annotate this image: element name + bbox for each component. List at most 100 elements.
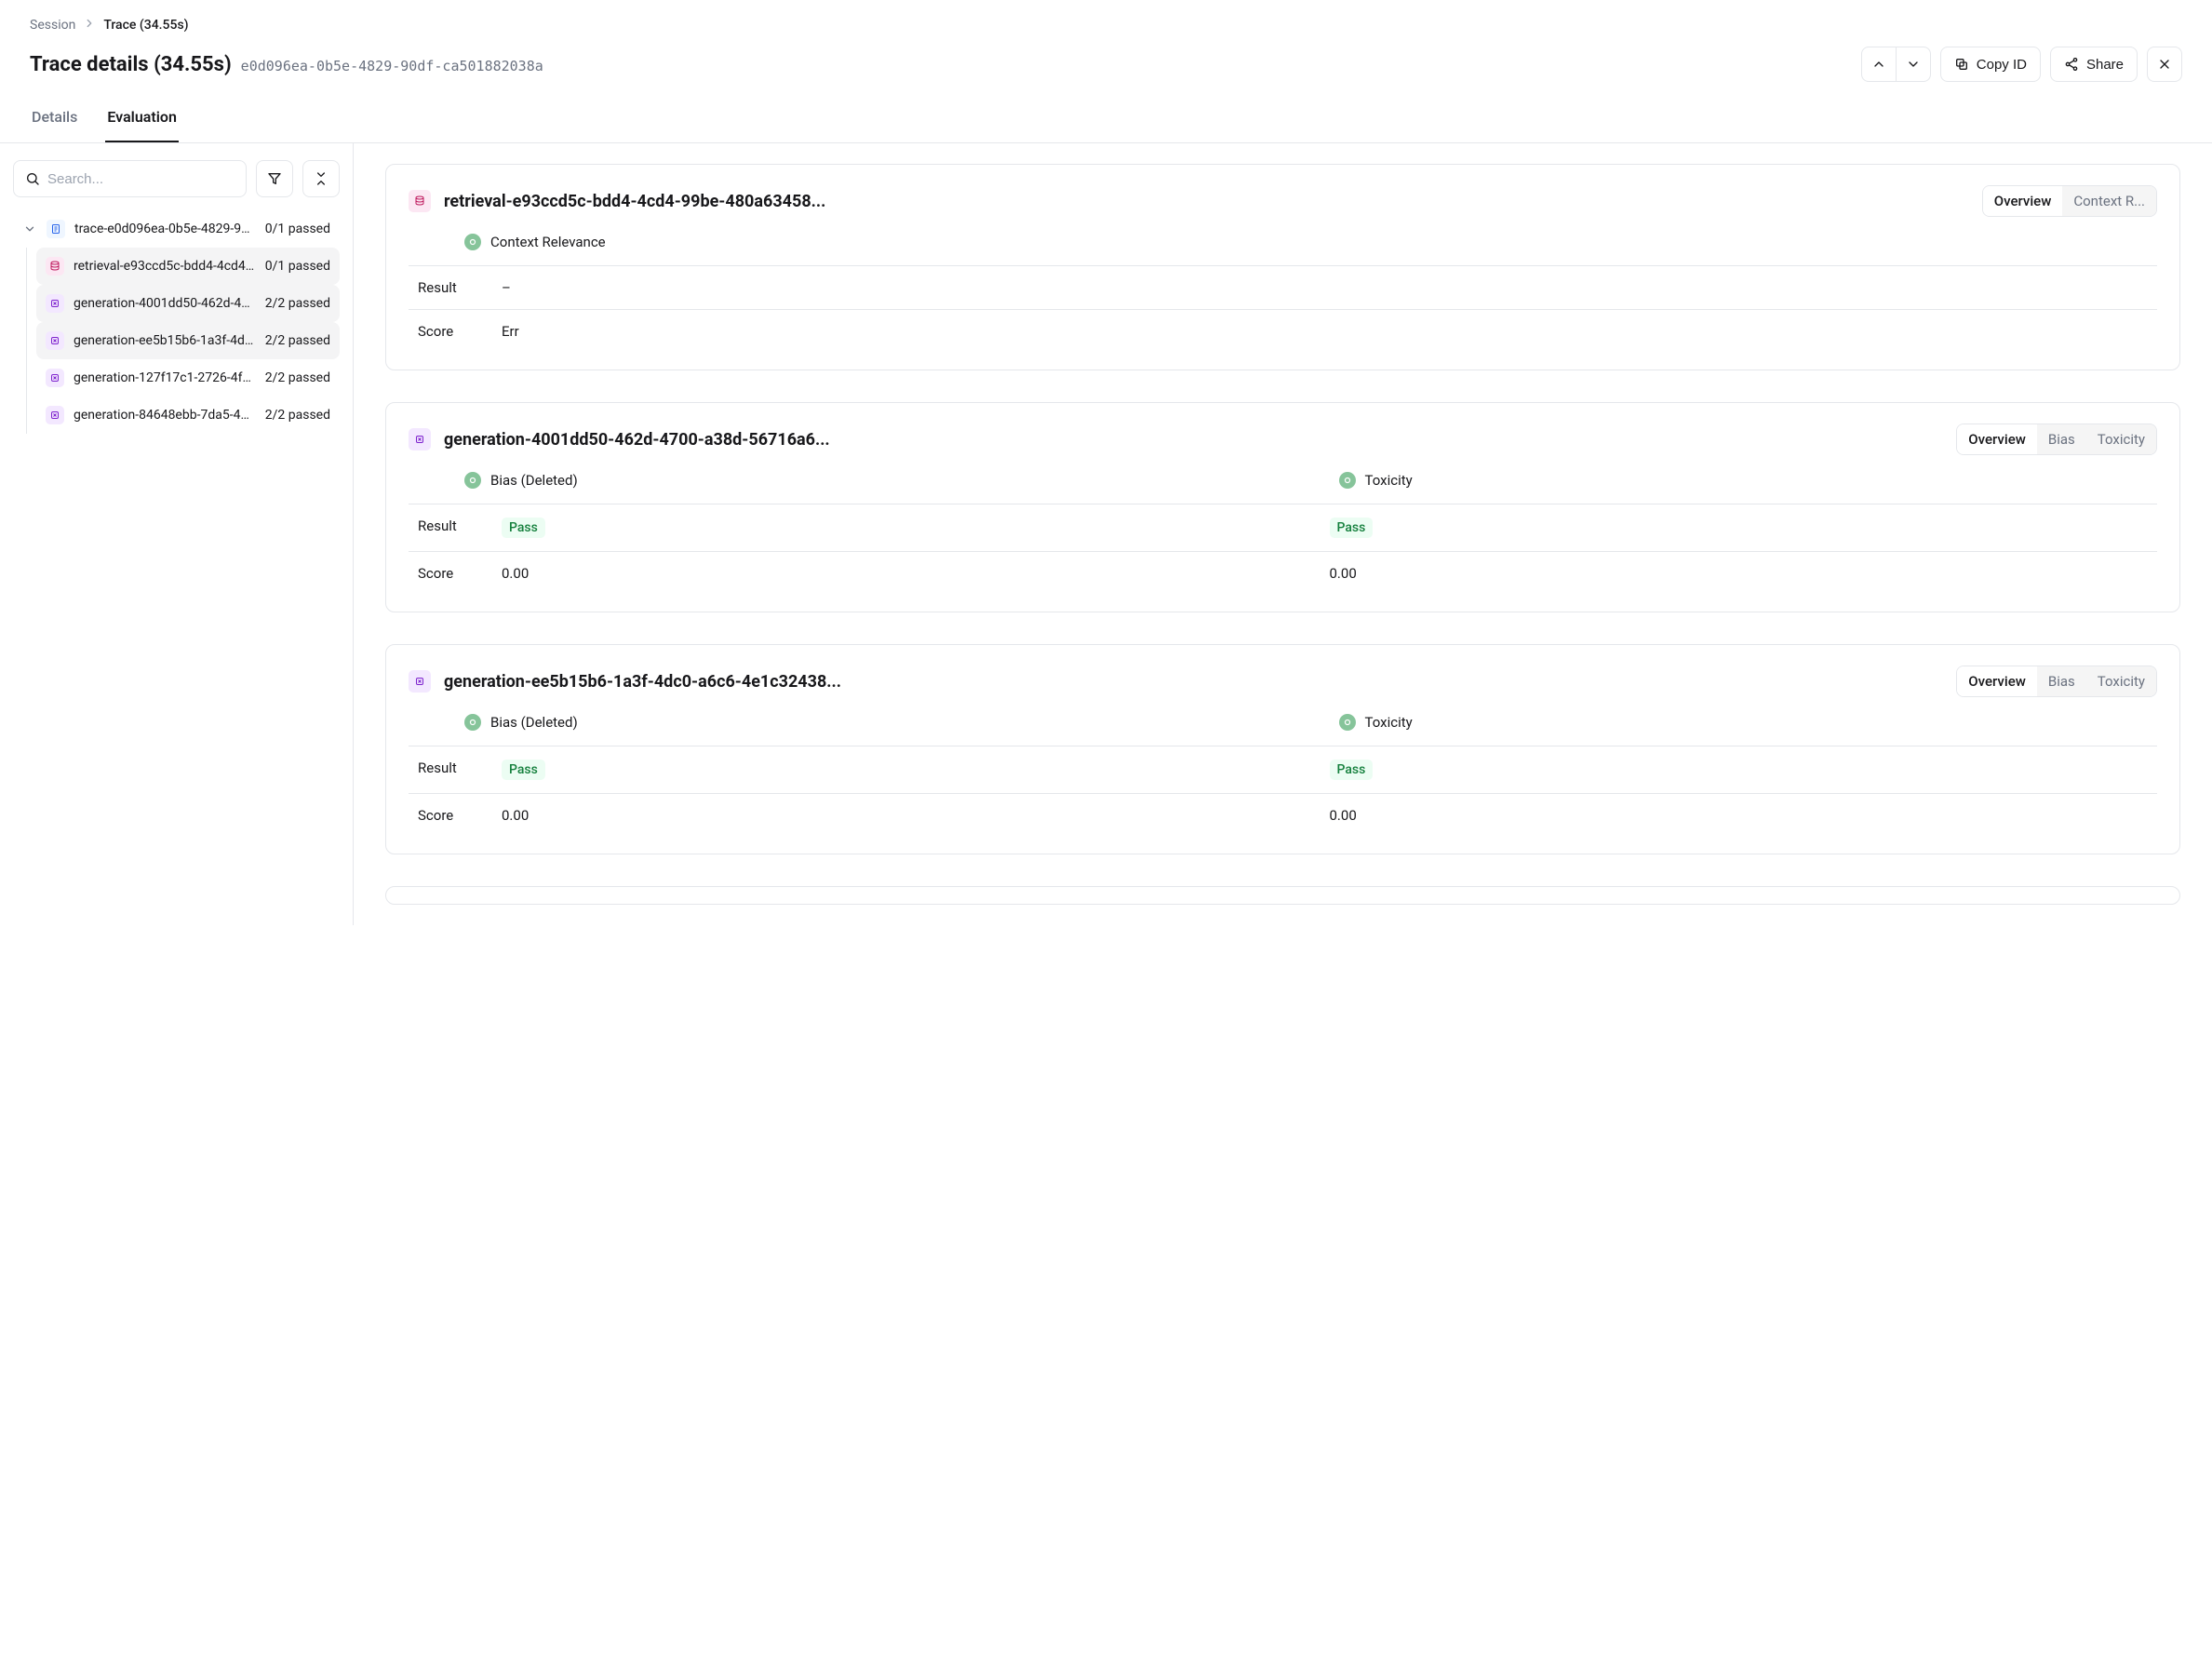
share-button[interactable]: Share [2050, 47, 2138, 82]
score-value: 0.00 [1330, 552, 2158, 595]
breadcrumb-current: Trace (34.55s) [103, 18, 188, 33]
metric-name: Bias (Deleted) [490, 714, 578, 731]
card-tab[interactable]: Overview [1957, 666, 2037, 696]
evaluation-card: generation-ee5b15b6-1a3f-4dc0-a6c6-4e1c3… [385, 644, 2180, 854]
next-trace-button[interactable] [1896, 47, 1931, 82]
chevron-down-icon [1906, 57, 1921, 72]
search-icon [25, 171, 40, 186]
metric-name: Toxicity [1365, 472, 1413, 489]
tree-item-root[interactable]: trace-e0d096ea-0b5e-4829-90df... 0/1 pas… [13, 210, 340, 248]
generation-icon [46, 406, 64, 424]
title-row: Trace details (34.55s) e0d096ea-0b5e-482… [0, 34, 2212, 95]
metric-status-icon [464, 234, 481, 250]
card-tab[interactable]: Bias [2037, 666, 2086, 696]
tabs: Details Evaluation [0, 95, 2212, 143]
card-title: generation-4001dd50-462d-4700-a38d-56716… [444, 430, 830, 450]
tree-item[interactable]: generation-127f17c1-2726-4f0d-b... 2/2 pa… [36, 359, 340, 397]
chevron-up-icon [1871, 57, 1886, 72]
retrieval-icon [409, 190, 431, 212]
retrieval-icon [46, 257, 64, 276]
score-label: Score [409, 794, 502, 837]
metric-status-icon [464, 472, 481, 489]
card-tabs: OverviewBiasToxicity [1956, 424, 2157, 455]
sidebar: trace-e0d096ea-0b5e-4829-90df... 0/1 pas… [0, 143, 354, 925]
card-tab[interactable]: Overview [1957, 424, 2037, 454]
card-title: retrieval-e93ccd5c-bdd4-4cd4-99be-480a63… [444, 192, 825, 211]
generation-icon [409, 428, 431, 450]
tab-details[interactable]: Details [30, 95, 79, 142]
tree-item-label: retrieval-e93ccd5c-bdd4-4cd4-9... [74, 259, 256, 274]
card-title: generation-ee5b15b6-1a3f-4dc0-a6c6-4e1c3… [444, 672, 841, 692]
pass-chip: Pass [502, 518, 545, 538]
collapse-icon [314, 171, 328, 186]
filter-button[interactable] [256, 160, 293, 197]
tree-item-label: generation-127f17c1-2726-4f0d-b... [74, 370, 256, 385]
page-title: Trace details (34.55s) [30, 53, 232, 76]
tree-item-label: generation-4001dd50-462d-470... [74, 296, 256, 311]
tree-item[interactable]: generation-4001dd50-462d-470... 2/2 passe… [36, 285, 340, 322]
close-button[interactable] [2147, 47, 2182, 82]
result-value: Pass [502, 746, 1330, 793]
search-input[interactable] [47, 171, 235, 187]
collapse-all-button[interactable] [302, 160, 340, 197]
prev-trace-button[interactable] [1861, 47, 1897, 82]
tree-item-label: generation-84648ebb-7da5-436... [74, 408, 256, 423]
copy-id-button[interactable]: Copy ID [1940, 47, 2041, 82]
result-value: Pass [1330, 504, 2158, 551]
generation-icon [46, 294, 64, 313]
card-tab[interactable]: Bias [2037, 424, 2086, 454]
score-value: 0.00 [502, 552, 1330, 595]
card-tabs: OverviewBiasToxicity [1956, 666, 2157, 697]
metric-name: Toxicity [1365, 714, 1413, 731]
result-label: Result [409, 746, 502, 793]
filter-icon [267, 171, 282, 186]
tree-root-count: 0/1 passed [265, 222, 330, 236]
generation-icon [409, 670, 431, 693]
trace-id: e0d096ea-0b5e-4829-90df-ca501882038a [241, 58, 543, 74]
card-tabs: OverviewContext R... [1982, 185, 2157, 217]
search-input-wrap[interactable] [13, 160, 247, 197]
breadcrumb-session[interactable]: Session [30, 18, 75, 33]
share-icon [2064, 57, 2079, 72]
metric-status-icon [1339, 714, 1356, 731]
metric-status-icon [464, 714, 481, 731]
card-tab[interactable]: Context R... [2062, 186, 2156, 216]
tab-evaluation[interactable]: Evaluation [105, 95, 179, 142]
tree-item[interactable]: generation-ee5b15b6-1a3f-4dc0-...2/2 pas… [36, 322, 340, 359]
score-value: Err [502, 310, 2157, 353]
result-value: Pass [502, 504, 1330, 551]
result-value: Pass [1330, 746, 2158, 793]
share-label: Share [2086, 57, 2124, 73]
metric-status-icon [1339, 472, 1356, 489]
card-tab[interactable]: Overview [1983, 186, 2063, 216]
result-label: Result [409, 504, 502, 551]
metric-name: Context Relevance [490, 234, 606, 250]
card-tab[interactable]: Toxicity [2086, 424, 2156, 454]
pass-chip: Pass [1330, 760, 1374, 780]
score-label: Score [409, 310, 502, 353]
evaluation-card: generation-4001dd50-462d-4700-a38d-56716… [385, 402, 2180, 612]
evaluation-card-peek [385, 886, 2180, 905]
tree-item[interactable]: retrieval-e93ccd5c-bdd4-4cd4-9... 0/1 pas… [36, 248, 340, 285]
close-icon [2157, 57, 2172, 72]
score-value: 0.00 [1330, 794, 2158, 837]
tree-item-count: 2/2 passed [265, 296, 330, 311]
chevron-down-icon[interactable] [22, 222, 37, 235]
chevron-right-icon [83, 17, 96, 34]
tree-item-count: 2/2 passed [265, 370, 330, 385]
card-tab[interactable]: Toxicity [2086, 666, 2156, 696]
pass-chip: Pass [1330, 518, 1374, 538]
evaluation-card: retrieval-e93ccd5c-bdd4-4cd4-99be-480a63… [385, 164, 2180, 370]
result-value: – [502, 266, 2157, 309]
tree-item-count: 2/2 passed [265, 408, 330, 423]
copy-icon [1954, 57, 1969, 72]
score-label: Score [409, 552, 502, 595]
copy-id-label: Copy ID [1977, 57, 2027, 73]
pass-chip: Pass [502, 760, 545, 780]
generation-icon [46, 369, 64, 387]
tree-item-count: 0/1 passed [265, 259, 330, 274]
document-icon [47, 220, 65, 238]
tree-item[interactable]: generation-84648ebb-7da5-436... 2/2 passe… [36, 397, 340, 434]
tree-root-label: trace-e0d096ea-0b5e-4829-90df... [74, 222, 256, 236]
score-value: 0.00 [502, 794, 1330, 837]
